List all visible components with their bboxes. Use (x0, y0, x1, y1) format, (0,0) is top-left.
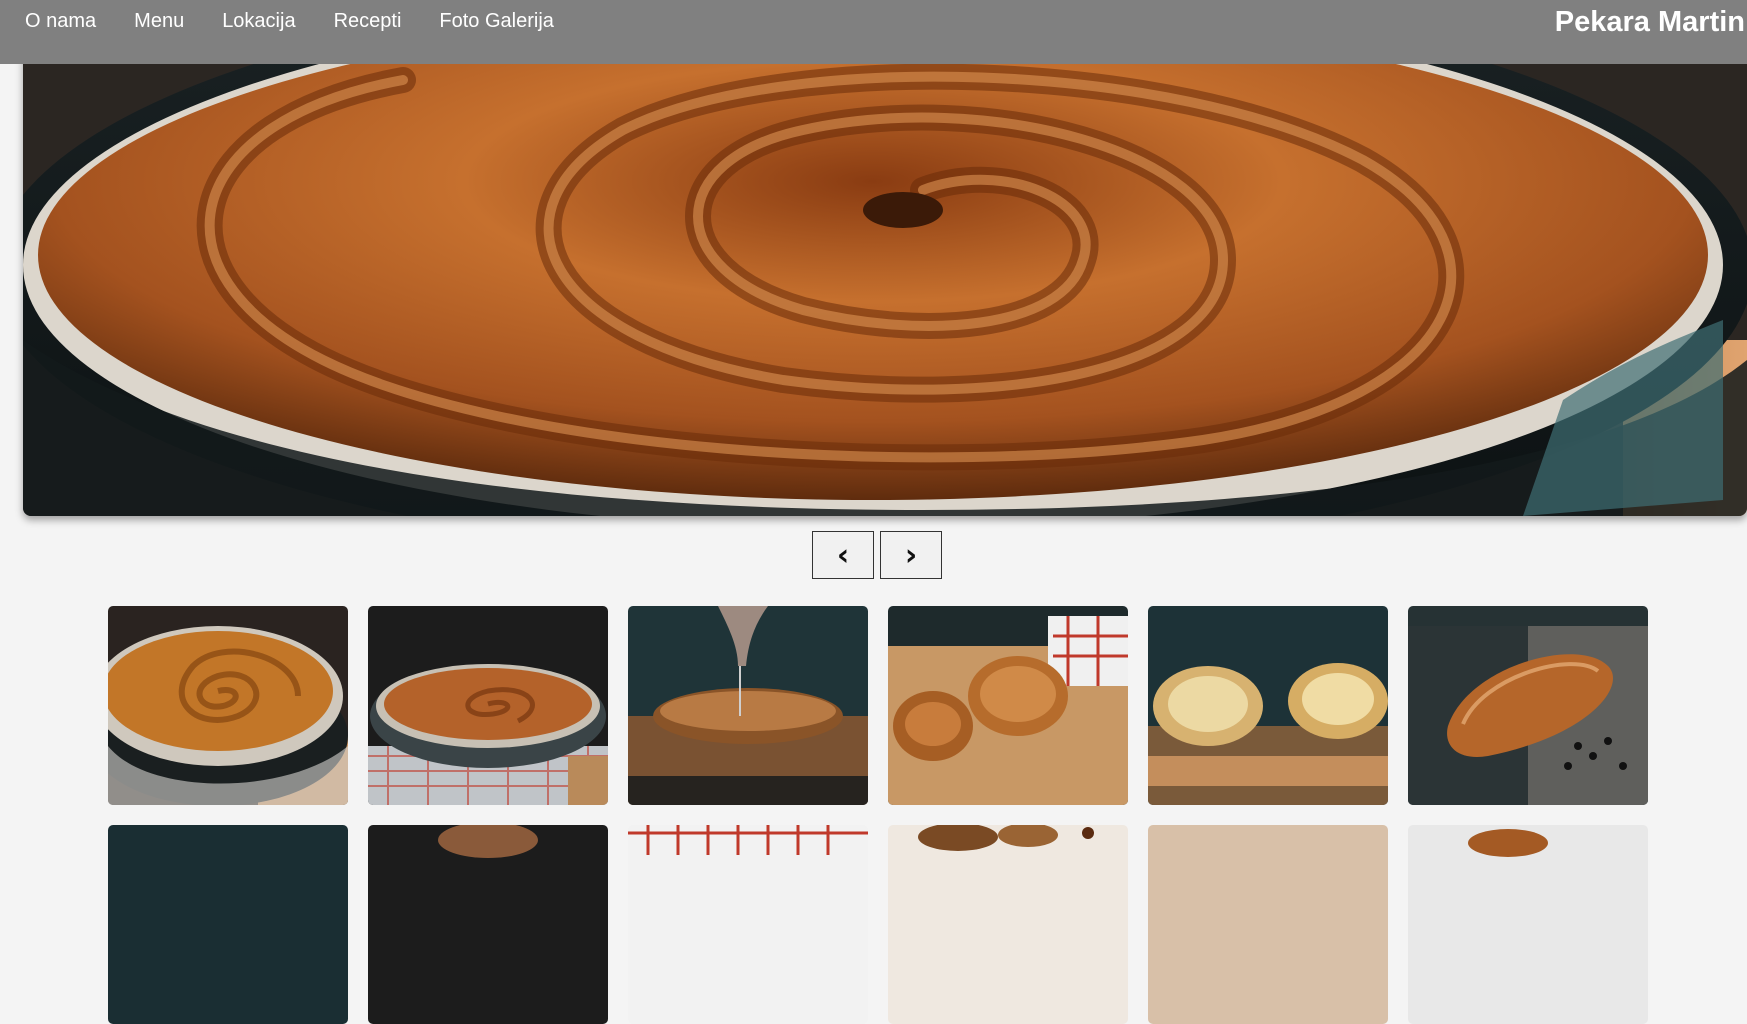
spiral-burek-photo (23, 40, 1747, 516)
next-slide-button[interactable]: › (880, 531, 942, 579)
croissants-on-board-photo (1148, 606, 1388, 805)
dark-photo (108, 825, 348, 1024)
gallery-thumb-6[interactable] (1408, 606, 1648, 805)
bread-loaf-photo (1408, 606, 1648, 805)
pastry-photo (1408, 825, 1648, 1024)
chevron-left-icon: ‹ (836, 537, 850, 573)
nav-link-menu[interactable]: Menu (134, 9, 184, 33)
spiral-burek-pan-photo (108, 606, 348, 805)
main-nav: O nama Menu Lokacija Recepti Foto Galeri… (25, 9, 554, 33)
gallery-thumb-10[interactable] (888, 825, 1128, 1024)
gallery-thumb-3[interactable] (628, 606, 868, 805)
gallery-thumb-8[interactable] (368, 825, 608, 1024)
gallery-thumb-12[interactable] (1408, 825, 1648, 1024)
bread-photo (368, 825, 608, 1024)
bakery-items-photo (888, 825, 1128, 1024)
gallery-thumb-2[interactable] (368, 606, 608, 805)
gallery-thumb-9[interactable] (628, 825, 868, 1024)
nav-link-recepti[interactable]: Recepti (334, 9, 402, 33)
top-navigation-bar: O nama Menu Lokacija Recepti Foto Galeri… (0, 0, 1747, 64)
beige-photo (1148, 825, 1388, 1024)
hero-slide-image (23, 40, 1747, 516)
checkered-cloth-photo (628, 825, 868, 1024)
nav-link-o-nama[interactable]: O nama (25, 9, 96, 33)
slider-controls: ‹ › (812, 531, 942, 579)
gallery-thumb-11[interactable] (1148, 825, 1388, 1024)
nav-link-foto-galerija[interactable]: Foto Galerija (439, 9, 554, 33)
brand-title: Pekara Martin (1554, 6, 1745, 38)
chevron-right-icon: › (904, 537, 918, 573)
gallery-thumb-4[interactable] (888, 606, 1128, 805)
cutting-pastry-photo (628, 606, 868, 805)
prev-slide-button[interactable]: ‹ (812, 531, 874, 579)
gallery-thumb-5[interactable] (1148, 606, 1388, 805)
gallery-thumb-7[interactable] (108, 825, 348, 1024)
pastries-on-board-photo (888, 606, 1128, 805)
burek-in-pan-photo (368, 606, 608, 805)
nav-link-lokacija[interactable]: Lokacija (222, 9, 295, 33)
gallery-thumb-1[interactable] (108, 606, 348, 805)
photo-gallery-grid (108, 606, 1648, 1024)
